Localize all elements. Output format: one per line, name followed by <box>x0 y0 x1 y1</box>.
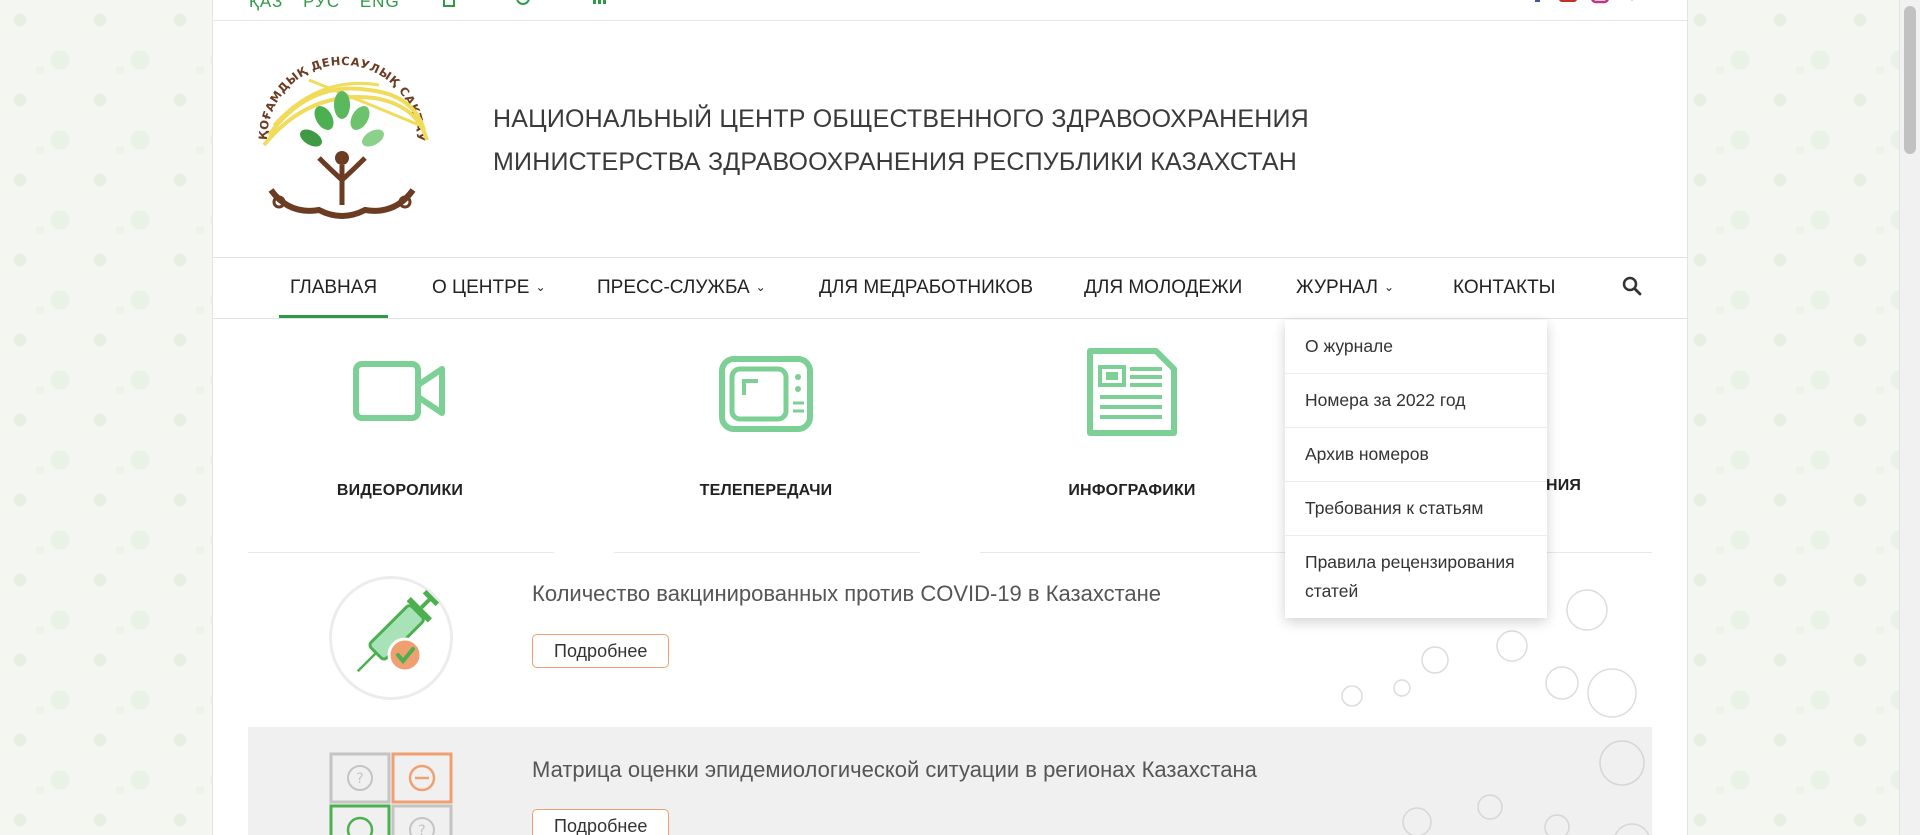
nav-item-youth[interactable]: ДЛЯ МОЛОДЕЖИ <box>1084 258 1242 318</box>
nav-item-journal[interactable]: ЖУРНАЛ ⌄ <box>1296 258 1394 318</box>
lang-rus[interactable]: РУС <box>303 0 340 11</box>
youtube-icon[interactable] <box>1559 0 1577 8</box>
scrollbar[interactable] <box>1899 0 1920 835</box>
infographic-icon <box>1087 348 1177 436</box>
tile-label: ТЕЛЕПЕРЕДАЧИ <box>699 482 833 499</box>
nav-item-contacts[interactable]: КОНТАКТЫ <box>1453 258 1556 318</box>
logo[interactable]: ҚОҒАМДЫҚ ДЕНСАУЛЫҚ САҚТАУ ҰЛТТЫҚ ОРТАЛЫҒ… <box>249 40 435 236</box>
video-camera-icon <box>353 361 445 421</box>
eye-icon[interactable] <box>515 0 531 8</box>
nav-item-label: КОНТАКТЫ <box>1453 277 1556 298</box>
matrix-grid-icon: ? ? <box>329 752 453 835</box>
dropdown-item-requirements[interactable]: Требования к статьям <box>1285 482 1547 536</box>
dropdown-item-issues-2022[interactable]: Номера за 2022 год <box>1285 374 1547 428</box>
details-button[interactable]: Подробнее <box>532 809 670 835</box>
virus-pattern-icon <box>1402 740 1650 835</box>
epidemic-matrix-block: ? ? Матрица оценки эпидемиологической си… <box>248 727 1652 835</box>
page-title: НАЦИОНАЛЬНЫЙ ЦЕНТР ОБЩЕСТВЕННОГО ЗДРАВОО… <box>493 98 1309 184</box>
dropdown-item-archive[interactable]: Архив номеров <box>1285 428 1547 482</box>
nav-item-label: О ЦЕНТРЕ <box>432 277 530 298</box>
nav-item-label: ДЛЯ МЕДРАБОТНИКОВ <box>819 277 1034 298</box>
search-icon[interactable] <box>1620 274 1644 298</box>
chevron-down-icon: ⌄ <box>1383 280 1395 294</box>
title-line-2: МИНИСТЕРСТВА ЗДРАВООХРАНЕНИЯ РЕСПУБЛИКИ … <box>493 148 1298 176</box>
page-container: ҚАЗ РУС ENG ҚОҒАМДЫҚ ДЕНСАУЛЫҚ САҚТАУ ҰЛ… <box>212 0 1688 835</box>
svg-text:?: ? <box>356 771 363 787</box>
tv-icon <box>719 356 813 432</box>
document-icon[interactable] <box>441 0 457 8</box>
lang-kaz[interactable]: ҚАЗ <box>249 0 283 11</box>
lang-eng[interactable]: ENG <box>360 0 400 11</box>
tile-label: ВИДЕОРОЛИКИ <box>336 482 464 499</box>
instagram-icon[interactable] <box>1591 0 1609 8</box>
nav-item-press[interactable]: ПРЕСС-СЛУЖБА ⌄ <box>597 258 766 318</box>
main-navigation: ГЛАВНАЯ О ЦЕНТРЕ ⌄ ПРЕСС-СЛУЖБА ⌄ ДЛЯ МЕДР… <box>213 257 1687 319</box>
facebook-icon[interactable] <box>1529 0 1547 8</box>
details-button[interactable]: Подробнее <box>532 634 670 668</box>
chevron-down-icon: ⌄ <box>755 280 766 294</box>
bookmark-icon[interactable] <box>1623 0 1641 8</box>
tile-infographics[interactable]: ИНФОГРАФИКИ <box>1002 345 1262 500</box>
nav-item-label: ГЛАВНАЯ <box>290 277 378 298</box>
nav-item-label: ДЛЯ МОЛОДЕЖИ <box>1084 277 1243 298</box>
journal-dropdown-menu: О журнале Номера за 2022 год Архив номер… <box>1285 320 1547 618</box>
nav-item-medical[interactable]: ДЛЯ МЕДРАБОТНИКОВ <box>819 258 1033 318</box>
tile-divider <box>248 552 554 553</box>
svg-text:?: ? <box>418 823 425 835</box>
nav-item-about[interactable]: О ЦЕНТРЕ ⌄ <box>432 258 546 318</box>
block-title[interactable]: Матрица оценки эпидемиологической ситуац… <box>532 757 1257 783</box>
top-bar: ҚАЗ РУС ENG <box>213 0 1687 21</box>
language-switcher: ҚАЗ РУС ENG <box>249 0 414 12</box>
nav-item-home[interactable]: ГЛАВНАЯ <box>279 258 389 318</box>
bar-chart-icon[interactable] <box>591 0 607 8</box>
tile-label: ИНФОГРАФИКИ <box>1068 482 1196 499</box>
nav-item-label: ЖУРНАЛ <box>1296 277 1378 298</box>
nav-item-label: ПРЕСС-СЛУЖБА <box>597 277 750 298</box>
chevron-down-icon: ⌄ <box>535 280 546 294</box>
title-line-1: НАЦИОНАЛЬНЫЙ ЦЕНТР ОБЩЕСТВЕННОГО ЗДРАВОО… <box>493 105 1309 133</box>
tile-divider <box>614 552 920 553</box>
dropdown-item-review-rules[interactable]: Правила рецензирования статей <box>1285 536 1547 618</box>
scrollbar-thumb[interactable] <box>1904 6 1916 154</box>
tile-videos[interactable]: ВИДЕОРОЛИКИ <box>270 345 530 500</box>
tile-divider <box>980 552 1286 553</box>
block-title[interactable]: Количество вакцинированных против COVID-… <box>532 581 1161 607</box>
vaccine-syringe-icon <box>329 576 453 700</box>
dropdown-item-about-journal[interactable]: О журнале <box>1285 320 1547 374</box>
tile-tv[interactable]: ТЕЛЕПЕРЕДАЧИ <box>636 345 896 500</box>
